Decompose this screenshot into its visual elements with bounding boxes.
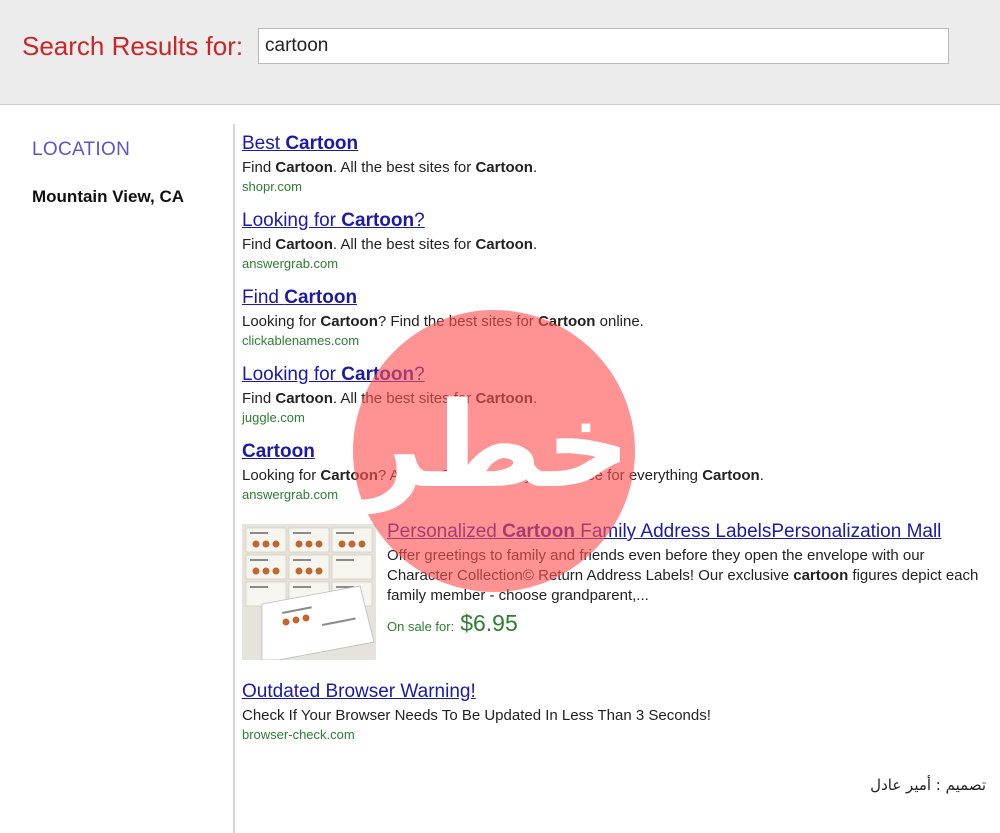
keyword-highlight: Cartoon (275, 159, 333, 176)
keyword-highlight: Cartoon (275, 390, 333, 407)
browser-warning-link[interactable]: Outdated Browser Warning! (242, 680, 476, 704)
description-text: . (532, 236, 538, 253)
product-price: $6.95 (460, 610, 518, 636)
browser-warning-ad: Outdated Browser Warning! Check If Your … (242, 680, 992, 744)
result-item: Looking for Cartoon? Find Cartoon. All t… (242, 209, 992, 273)
sidebar: LOCATION Mountain View, CA (32, 138, 222, 208)
result-url[interactable]: shopr.com (242, 178, 992, 196)
keyword-highlight: Cartoon (475, 236, 533, 253)
product-details: Personalized Cartoon Family Address Labe… (387, 520, 987, 660)
keyword-highlight: Cartoon (275, 236, 333, 253)
results-list: Best Cartoon Find Cartoon. All the best … (242, 132, 992, 757)
description-text: . (759, 467, 764, 484)
product-thumbnail[interactable] (242, 524, 376, 660)
product-title-link[interactable]: Personalized Cartoon Family Address Labe… (387, 520, 987, 544)
description-text: Find (242, 236, 276, 253)
result-description: Looking for Cartoon? AnswerGrab.com is y… (242, 466, 992, 486)
description-text: Find (242, 390, 276, 407)
product-ad: Personalized Cartoon Family Address Labe… (242, 520, 992, 660)
description-text: Looking for (242, 467, 321, 484)
result-description: Looking for Cartoon? Find the best sites… (242, 312, 992, 332)
price-row: On sale for: $6.95 (387, 610, 987, 637)
keyword-highlight: Cartoon (475, 159, 533, 176)
keyword-highlight: Cartoon (702, 467, 760, 484)
result-title-link[interactable]: Looking for Cartoon? (242, 209, 425, 233)
result-title-link[interactable]: Looking for Cartoon? (242, 363, 425, 387)
result-url[interactable]: juggle.com (242, 409, 992, 427)
result-item: Cartoon Looking for Cartoon? AnswerGrab.… (242, 440, 992, 504)
description-text: . (532, 390, 538, 407)
address-labels-image (242, 524, 376, 660)
result-description: Find Cartoon. All the best sites for Car… (242, 389, 992, 409)
location-heading: LOCATION (32, 139, 131, 160)
description-text: Looking for (242, 313, 321, 330)
keyword-highlight: Cartoon (320, 313, 378, 330)
result-title-link[interactable]: Best Cartoon (242, 132, 358, 156)
product-description: Offer greetings to family and friends ev… (387, 546, 987, 606)
description-text: . All the best sites for (332, 390, 476, 407)
result-description: Find Cartoon. All the best sites for Car… (242, 158, 992, 178)
designer-credit: تصميم : أمير عادل (870, 776, 986, 794)
description-text: . (532, 159, 538, 176)
sale-label: On sale for: (387, 619, 455, 634)
description-text: . All the best sites for (332, 159, 476, 176)
description-text: . All the best sites for (332, 236, 476, 253)
keyword-highlight: Cartoon (320, 467, 378, 484)
description-text: ? AnswerGrab.com is your source for ever… (377, 467, 703, 484)
location-value: Mountain View, CA (32, 187, 185, 206)
search-results-page: Search Results for: LOCATION Mountain Vi… (0, 0, 1000, 833)
result-url[interactable]: answergrab.com (242, 486, 992, 504)
result-url[interactable]: clickablenames.com (242, 332, 992, 350)
keyword-highlight: Cartoon (537, 313, 596, 330)
result-title-link[interactable]: Find Cartoon (242, 286, 357, 310)
result-title-link[interactable]: Cartoon (242, 440, 315, 464)
description-text: online. (595, 313, 644, 330)
browser-warning-description: Check If Your Browser Needs To Be Update… (242, 707, 711, 724)
result-url[interactable]: answergrab.com (242, 255, 992, 273)
browser-warning-url[interactable]: browser-check.com (242, 726, 992, 744)
search-header: Search Results for: (0, 0, 1000, 105)
search-results-label: Search Results for: (22, 31, 244, 61)
result-item: Find Cartoon Looking for Cartoon? Find t… (242, 286, 992, 350)
keyword-highlight: cartoon (793, 567, 849, 584)
result-item: Looking for Cartoon? Find Cartoon. All t… (242, 363, 992, 427)
column-divider (233, 124, 235, 833)
result-item: Best Cartoon Find Cartoon. All the best … (242, 132, 992, 196)
description-text: Find (242, 159, 276, 176)
search-input[interactable] (258, 28, 949, 64)
keyword-highlight: Cartoon (475, 390, 533, 407)
result-description: Find Cartoon. All the best sites for Car… (242, 235, 992, 255)
description-text: ? Find the best sites for (377, 313, 538, 330)
